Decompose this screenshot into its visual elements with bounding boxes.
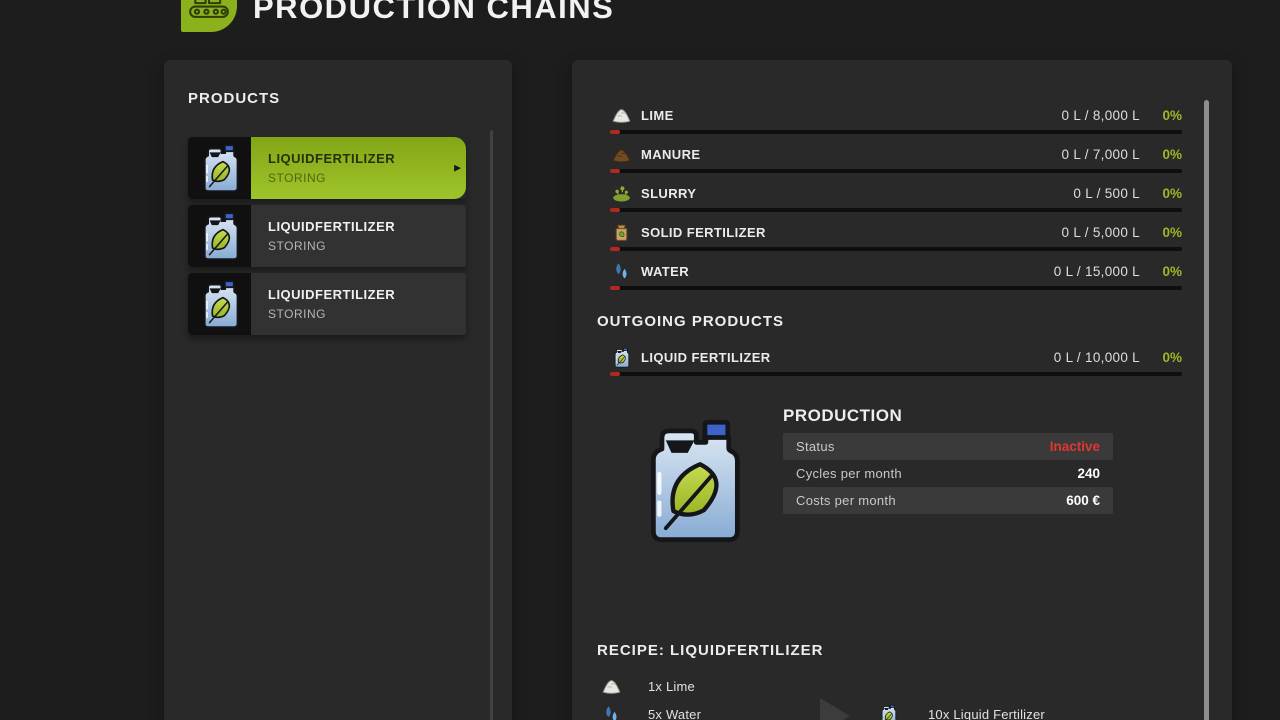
lime-icon xyxy=(610,104,632,126)
recipe-input: 5x Water xyxy=(600,703,622,720)
fill-bar xyxy=(610,208,1182,212)
water-icon xyxy=(600,703,622,720)
fill-bar xyxy=(610,286,1182,290)
product-list-item-selected[interactable]: LIQUIDFERTILIZER STORING ▶ xyxy=(188,137,466,199)
page-title: PRODUCTION CHAINS xyxy=(253,0,614,26)
product-item-body: LIQUIDFERTILIZER STORING xyxy=(251,273,466,335)
selected-arrow-icon: ▶ xyxy=(454,164,461,173)
product-status: STORING xyxy=(268,307,466,321)
fill-bar xyxy=(610,130,1182,134)
production-row-label: Status xyxy=(796,439,835,454)
outgoing-products-list: LIQUID FERTILIZER 0 L / 10,000 L 0% xyxy=(610,344,1182,383)
fill-bar-indicator xyxy=(610,247,620,251)
product-item-body: LIQUIDFERTILIZER STORING xyxy=(251,205,466,267)
storage-label: MANURE xyxy=(641,147,1062,162)
incoming-products-list: LIME 0 L / 8,000 L 0% MANURE 0 L / 7,000… xyxy=(610,102,1182,297)
storage-row: LIQUID FERTILIZER 0 L / 10,000 L 0% xyxy=(610,344,1182,376)
product-list-item[interactable]: LIQUIDFERTILIZER STORING xyxy=(188,273,466,335)
recipe-arrow-icon xyxy=(820,698,850,720)
production-row-cycles: Cycles per month 240 xyxy=(783,460,1113,487)
status-value: Inactive xyxy=(1050,439,1100,454)
fill-bar xyxy=(610,247,1182,251)
product-name: LIQUIDFERTILIZER xyxy=(268,287,466,302)
production-row-costs: Costs per month 600 € xyxy=(783,487,1113,514)
storage-amount: 0 L / 500 L xyxy=(1073,186,1140,201)
fill-bar-indicator xyxy=(610,169,620,173)
recipe-output: 10x Liquid Fertilizer xyxy=(877,703,899,720)
storage-amount: 0 L / 7,000 L xyxy=(1062,147,1140,162)
storage-amount: 0 L / 10,000 L xyxy=(1054,350,1140,365)
products-scrollbar[interactable] xyxy=(490,130,493,720)
manure-icon xyxy=(610,143,632,165)
liquid-fertilizer-product-image xyxy=(640,413,745,548)
storage-label: LIME xyxy=(641,108,1062,123)
product-list: LIQUIDFERTILIZER STORING ▶ LIQUIDFERTILI… xyxy=(188,137,466,335)
storage-row: WATER 0 L / 15,000 L 0% xyxy=(610,258,1182,290)
slurry-icon xyxy=(610,182,632,204)
storage-label: LIQUID FERTILIZER xyxy=(641,350,1054,365)
fill-bar xyxy=(610,169,1182,173)
product-list-item[interactable]: LIQUIDFERTILIZER STORING xyxy=(188,205,466,267)
production-details-panel: LIME 0 L / 8,000 L 0% MANURE 0 L / 7,000… xyxy=(572,60,1232,720)
production-row-status: Status Inactive xyxy=(783,433,1113,460)
products-panel-title: PRODUCTS xyxy=(188,90,280,107)
storage-amount: 0 L / 8,000 L xyxy=(1062,108,1140,123)
production-chains-icon xyxy=(181,0,237,32)
liquid-fertilizer-icon xyxy=(188,273,251,335)
fill-bar-indicator xyxy=(610,130,620,134)
products-panel: PRODUCTS LIQUIDFERTILIZER STORING ▶ LIQU… xyxy=(164,60,512,720)
storage-row: MANURE 0 L / 7,000 L 0% xyxy=(610,141,1182,173)
liquid-fertilizer-icon xyxy=(610,346,632,368)
liquid-fertilizer-icon xyxy=(188,205,251,267)
storage-amount: 0 L / 5,000 L xyxy=(1062,225,1140,240)
storage-amount: 0 L / 15,000 L xyxy=(1054,264,1140,279)
water-icon xyxy=(610,260,632,282)
solid-fertilizer-icon xyxy=(610,221,632,243)
liquid-fertilizer-icon xyxy=(188,137,251,199)
outgoing-products-title: OUTGOING PRODUCTS xyxy=(597,313,784,330)
storage-percent: 0% xyxy=(1140,108,1182,123)
storage-row: LIME 0 L / 8,000 L 0% xyxy=(610,102,1182,134)
fill-bar-indicator xyxy=(610,372,620,376)
fill-bar-indicator xyxy=(610,208,620,212)
cycles-value: 240 xyxy=(1077,466,1100,481)
fill-bar-indicator xyxy=(610,286,620,290)
product-name: LIQUIDFERTILIZER xyxy=(268,219,466,234)
recipe-output-label: 10x Liquid Fertilizer xyxy=(928,707,1045,720)
storage-percent: 0% xyxy=(1140,264,1182,279)
product-status: STORING xyxy=(268,239,466,253)
storage-percent: 0% xyxy=(1140,350,1182,365)
storage-row: SOLID FERTILIZER 0 L / 5,000 L 0% xyxy=(610,219,1182,251)
production-title: PRODUCTION xyxy=(783,406,902,426)
fill-bar xyxy=(610,372,1182,376)
details-scrollbar[interactable] xyxy=(1204,100,1209,720)
recipe-title: RECIPE: LIQUIDFERTILIZER xyxy=(597,642,824,659)
recipe-input-label: 5x Water xyxy=(648,707,701,720)
storage-percent: 0% xyxy=(1140,186,1182,201)
liquid-fertilizer-icon xyxy=(877,703,899,720)
storage-percent: 0% xyxy=(1140,225,1182,240)
recipe-input-label: 1x Lime xyxy=(648,679,695,694)
production-table: Status Inactive Cycles per month 240 Cos… xyxy=(783,433,1113,514)
product-status: STORING xyxy=(268,171,466,185)
storage-percent: 0% xyxy=(1140,147,1182,162)
product-item-body: LIQUIDFERTILIZER STORING ▶ xyxy=(251,137,466,199)
storage-row: SLURRY 0 L / 500 L 0% xyxy=(610,180,1182,212)
production-row-label: Cycles per month xyxy=(796,466,902,481)
storage-label: SOLID FERTILIZER xyxy=(641,225,1062,240)
storage-label: SLURRY xyxy=(641,186,1073,201)
storage-label: WATER xyxy=(641,264,1054,279)
lime-icon xyxy=(600,675,622,697)
production-row-label: Costs per month xyxy=(796,493,896,508)
product-name: LIQUIDFERTILIZER xyxy=(268,151,466,166)
recipe-input: 1x Lime xyxy=(600,675,622,697)
costs-value: 600 € xyxy=(1066,493,1100,508)
